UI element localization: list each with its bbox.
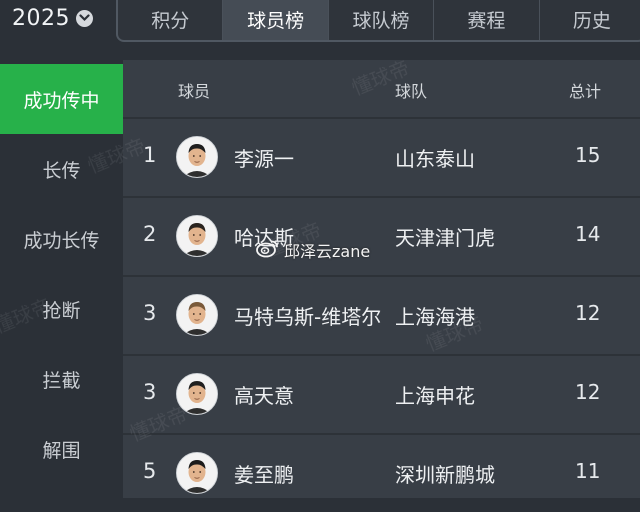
sidebar-item-long-passes[interactable]: 长传 bbox=[0, 134, 123, 204]
weibo-watermark: 邱泽云zane bbox=[256, 238, 370, 262]
team-name-cell[interactable]: 山东泰山 bbox=[395, 143, 475, 172]
tab-schedule[interactable]: 赛程 bbox=[434, 0, 540, 40]
rank-cell: 1 bbox=[143, 143, 157, 167]
player-name-cell[interactable]: 姜至鹏 bbox=[234, 459, 294, 488]
player-avatar-icon bbox=[176, 294, 218, 336]
weibo-icon bbox=[256, 238, 280, 262]
tab-player-rankings[interactable]: 球员榜 bbox=[223, 0, 329, 40]
total-cell: 12 bbox=[575, 301, 601, 325]
sidebar-item-successful-long-passes[interactable]: 成功长传 bbox=[0, 204, 123, 274]
sidebar-item-interceptions[interactable]: 拦截 bbox=[0, 344, 123, 414]
player-avatar-icon bbox=[176, 452, 218, 494]
rank-cell: 5 bbox=[143, 459, 157, 483]
header-team: 球队 bbox=[395, 82, 428, 101]
tab-history[interactable]: 历史 bbox=[540, 0, 640, 40]
sidebar-item-tackles[interactable]: 抢断 bbox=[0, 274, 123, 344]
table-row[interactable]: 5 姜至鹏 深圳新鹏城 11 bbox=[123, 433, 640, 512]
season-label: 2025 bbox=[12, 5, 70, 31]
player-avatar-icon bbox=[176, 215, 218, 257]
player-name-cell[interactable]: 马特乌斯-维塔尔 bbox=[234, 301, 381, 330]
team-name-cell[interactable]: 上海海港 bbox=[395, 301, 475, 330]
team-name-cell[interactable]: 上海申花 bbox=[395, 380, 475, 409]
player-avatar-icon bbox=[176, 373, 218, 415]
table-row[interactable]: 2 哈达斯 天津津门虎 14 bbox=[123, 196, 640, 275]
sidebar-item-clearances[interactable]: 解围 bbox=[0, 414, 123, 484]
tab-team-rankings[interactable]: 球队榜 bbox=[329, 0, 435, 40]
top-bar: 2025 积分 球员榜 球队榜 赛程 历史 bbox=[0, 0, 640, 46]
team-name-cell[interactable]: 深圳新鹏城 bbox=[395, 459, 495, 488]
total-cell: 11 bbox=[575, 459, 601, 483]
tab-bar: 积分 球员榜 球队榜 赛程 历史 bbox=[116, 0, 640, 42]
player-ranking-table: 球员 球队 总计 1 李源一 山东泰山 15 2 哈达斯 天津津门虎 14 3 马特乌斯-维塔尔上… bbox=[123, 60, 640, 498]
stat-category-sidebar: 成功传中 长传 成功长传 抢断 拦截 解围 bbox=[0, 64, 123, 498]
rank-cell: 2 bbox=[143, 222, 157, 246]
season-selector[interactable]: 2025 bbox=[12, 2, 93, 34]
header-player: 球员 bbox=[178, 82, 211, 101]
player-avatar-icon bbox=[176, 136, 218, 178]
chevron-down-icon bbox=[76, 9, 93, 27]
total-cell: 12 bbox=[575, 380, 601, 404]
weibo-username: 邱泽云zane bbox=[284, 242, 371, 261]
table-body: 1 李源一 山东泰山 15 2 哈达斯 天津津门虎 14 3 马特乌斯-维塔尔 上海海港 12 3 高天意… bbox=[123, 117, 640, 512]
rank-cell: 3 bbox=[143, 301, 157, 325]
table-row[interactable]: 1 李源一 山东泰山 15 bbox=[123, 117, 640, 196]
sidebar-item-successful-crosses[interactable]: 成功传中 bbox=[0, 64, 123, 134]
player-name-cell[interactable]: 高天意 bbox=[234, 380, 294, 409]
rank-cell: 3 bbox=[143, 380, 157, 404]
total-cell: 14 bbox=[575, 222, 601, 246]
table-row[interactable]: 3 马特乌斯-维塔尔 上海海港 12 bbox=[123, 275, 640, 354]
player-name-cell[interactable]: 李源一 bbox=[234, 143, 294, 172]
table-row[interactable]: 3 高天意 上海申花 12 bbox=[123, 354, 640, 433]
team-name-cell[interactable]: 天津津门虎 bbox=[395, 222, 495, 251]
table-header: 球员 球队 总计 bbox=[123, 60, 640, 117]
tab-standings[interactable]: 积分 bbox=[118, 0, 224, 40]
header-total: 总计 bbox=[569, 82, 602, 101]
total-cell: 15 bbox=[575, 143, 601, 167]
